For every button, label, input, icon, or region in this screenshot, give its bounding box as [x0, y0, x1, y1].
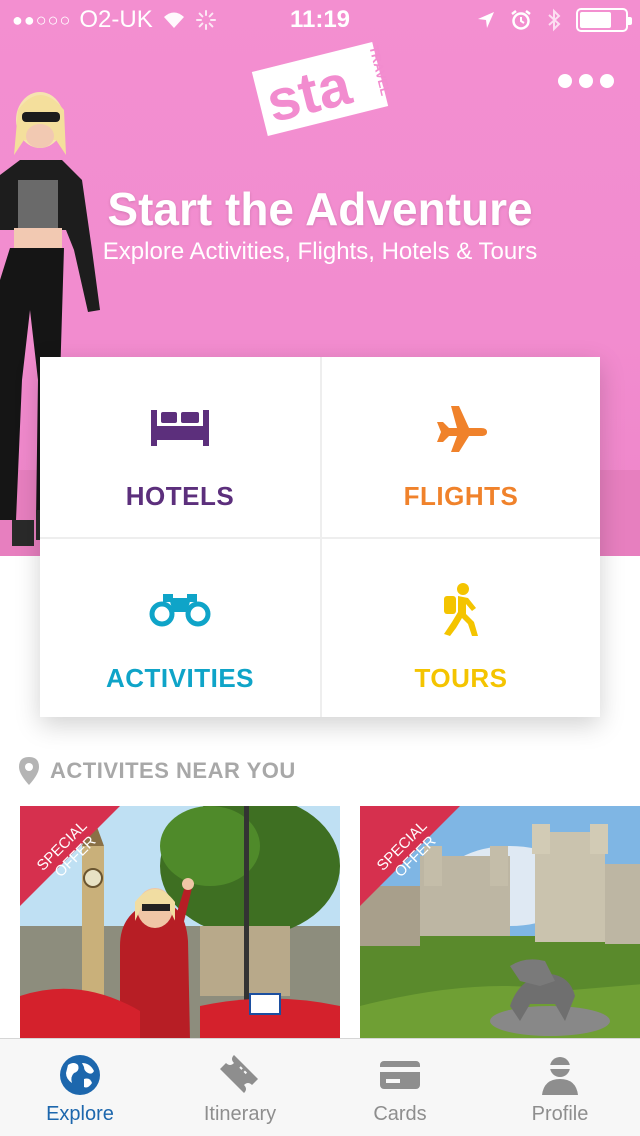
tab-profile[interactable]: Profile — [480, 1039, 640, 1136]
tab-label: Profile — [531, 1103, 589, 1125]
ticket-icon — [220, 1055, 258, 1093]
flights-button[interactable]: FLIGHTS — [320, 357, 600, 537]
location-arrow-icon — [478, 12, 494, 28]
wifi-icon — [163, 12, 184, 28]
hero-subtitle: Explore Activities, Flights, Hotels & To… — [102, 238, 538, 265]
hotels-button[interactable]: HOTELS — [40, 357, 320, 537]
dot-icon — [579, 74, 593, 88]
binoculars-icon — [145, 575, 215, 645]
tab-explore[interactable]: Explore — [0, 1039, 160, 1136]
bed-icon — [145, 393, 215, 463]
special-offer-ribbon: SPECIALOFFER — [360, 806, 460, 906]
flights-label: FLIGHTS — [403, 481, 519, 511]
loading-spinner-icon — [195, 10, 216, 30]
special-offer-ribbon: SPECIALOFFER — [20, 806, 120, 906]
tab-label: Cards — [373, 1103, 427, 1125]
dot-icon — [600, 74, 614, 88]
hiker-icon — [426, 575, 496, 645]
tours-label: TOURS — [414, 663, 508, 693]
card-icon — [380, 1061, 420, 1089]
tours-button[interactable]: TOURS — [320, 537, 600, 717]
nearby-activities-list: SPECIALOFFER SPECIALOFFER — [20, 806, 640, 1040]
tab-cards[interactable]: Cards — [320, 1039, 480, 1136]
tab-label: Itinerary — [203, 1103, 277, 1125]
nearby-section-header: ACTIVITES NEAR YOU — [18, 756, 296, 786]
hero-title: Start the Adventure — [107, 183, 533, 235]
tab-label: Explore — [46, 1103, 114, 1125]
airplane-icon — [426, 393, 496, 463]
activity-tile-bus-tour[interactable]: SPECIALOFFER — [20, 806, 340, 1040]
carrier-name: O2-UK — [79, 6, 153, 33]
tab-itinerary[interactable]: Itinerary — [160, 1039, 320, 1136]
globe-icon — [60, 1055, 100, 1095]
activities-button[interactable]: ACTIVITIES — [40, 537, 320, 717]
category-grid: HOTELS FLIGHTS ACTIVITIES TOURS — [40, 357, 600, 717]
bluetooth-icon — [548, 8, 561, 32]
status-bar: ●●○○○ O2-UK 11:19 — [0, 0, 640, 40]
battery-indicator — [576, 8, 632, 32]
signal-strength: ●●○○○ — [12, 9, 72, 30]
nearby-section-title: ACTIVITES NEAR YOU — [50, 758, 296, 783]
activities-label: ACTIVITIES — [105, 663, 254, 693]
map-pin-icon — [19, 757, 39, 785]
hotels-label: HOTELS — [125, 481, 235, 511]
user-icon — [542, 1057, 578, 1095]
svg-text:sta: sta — [260, 52, 358, 136]
tab-bar: Explore Itinerary Cards Profile — [0, 1038, 640, 1136]
dot-icon — [558, 74, 572, 88]
sta-travel-logo: sta TRAVEL — [251, 41, 390, 137]
more-options-button[interactable] — [558, 66, 614, 96]
activity-tile-tower-of-london[interactable]: SPECIALOFFER — [360, 806, 640, 1040]
alarm-icon — [511, 10, 531, 30]
